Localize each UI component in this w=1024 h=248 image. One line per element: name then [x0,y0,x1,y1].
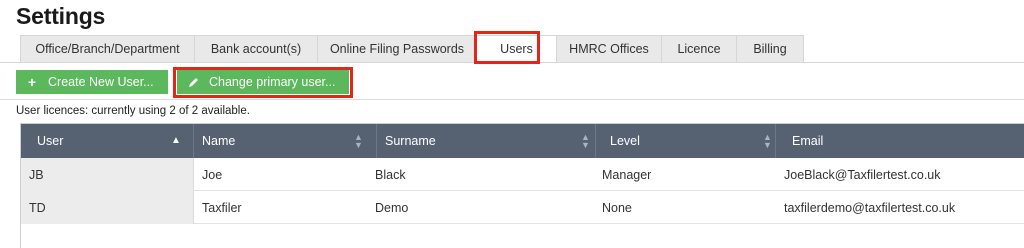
column-label-email: Email [792,134,824,148]
create-new-user-button[interactable]: + Create New User... [16,70,168,94]
change-primary-user-highlight [173,67,353,98]
column-header-email[interactable]: Email [776,124,1024,158]
sort-both-icon[interactable]: ▲ ▼ [354,124,363,158]
cell-email: JoeBlack@Taxfilertest.co.uk [784,167,941,182]
cell-user: JB [21,158,194,191]
cell-user: TD [21,191,194,224]
sort-ascending-icon[interactable]: ▲ [171,124,181,158]
tab-office-branch-department[interactable]: Office/Branch/Department [20,35,194,63]
tab-billing[interactable]: Billing [736,35,804,63]
tab-hmrc-offices[interactable]: HMRC Offices [556,35,661,63]
cell-email: taxfilerdemo@taxfilertest.co.uk [784,200,956,215]
column-header-level[interactable]: Level [596,124,776,158]
tab-licence[interactable]: Licence [661,35,736,63]
toolbar-divider [0,99,1024,100]
create-new-user-label: Create New User... [48,75,154,89]
cell-level: None [602,200,632,215]
tab-bank-accounts[interactable]: Bank account(s) [194,35,317,63]
column-header-user[interactable]: User [21,124,194,158]
users-tab-highlight [474,31,540,64]
licence-status-text: User licences: currently using 2 of 2 av… [16,105,250,117]
sort-both-icon[interactable]: ▲ ▼ [581,124,590,158]
column-label-user: User [37,134,64,148]
cell-surname: Demo [375,200,409,215]
tab-online-filing-passwords[interactable]: Online Filing Passwords [317,35,476,63]
sort-both-icon[interactable]: ▲ ▼ [763,124,772,158]
users-grid: User ▲ Name ▲ ▼ Surname ▲ ▼ Level ▲ ▼ Email… [20,123,1024,248]
settings-tabs: Office/Branch/Department Bank account(s)… [20,35,804,63]
column-header-name[interactable]: Name [194,124,377,158]
grid-header: User ▲ Name ▲ ▼ Surname ▲ ▼ Level ▲ ▼ Email [21,124,1024,158]
plus-icon: + [27,74,37,90]
column-label-name: Name [202,134,236,148]
column-label-surname: Surname [385,134,436,148]
cell-level: Manager [602,167,652,182]
cell-surname: Black [375,167,406,182]
page-title: Settings [16,3,106,29]
table-row[interactable]: JB Joe Black Manager JoeBlack@Taxfilerte… [21,158,1024,191]
column-header-surname[interactable]: Surname [377,124,596,158]
cell-name: Joe [202,167,223,182]
cell-name: Taxfiler [202,200,242,215]
table-row[interactable]: TD Taxfiler Demo None taxfilerdemo@taxfi… [21,191,1024,224]
column-label-level: Level [610,134,640,148]
